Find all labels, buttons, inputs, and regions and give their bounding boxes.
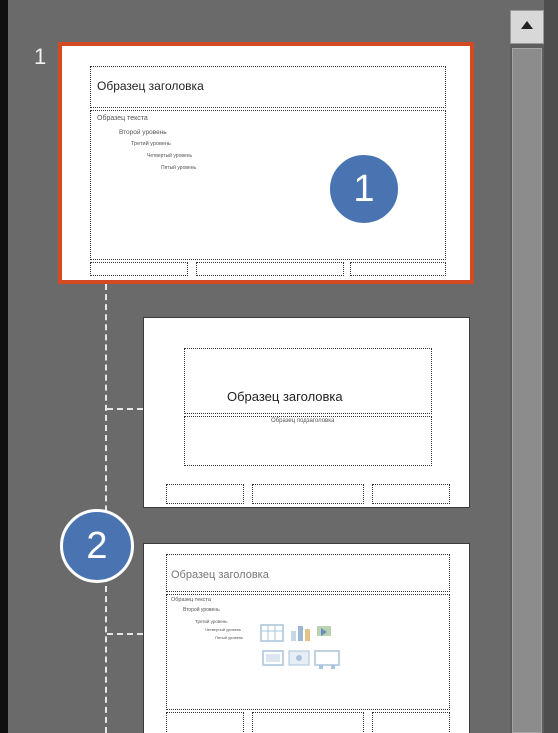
vertical-scrollbar[interactable] [510, 10, 544, 733]
layout2-bullet-4: Четвертый уровень [205, 627, 242, 632]
layout1-title-text: Образец заголовка [227, 389, 343, 404]
layout-connector-2 [107, 633, 143, 635]
slide-master-thumbnail[interactable]: Образец заголовка Образец текста Второй … [58, 42, 474, 284]
layout2-number-placeholder [372, 712, 450, 733]
pane-left-edge [0, 0, 8, 733]
layout-connector-1 [107, 408, 143, 410]
master-footer-placeholder [196, 262, 344, 276]
layout2-bullet-3: Третий уровень [195, 619, 228, 624]
layout1-title-placeholder: Образец заголовка [184, 348, 432, 414]
layout2-bullet-2: Второй уровень [183, 607, 220, 613]
layout-tree-line [105, 284, 107, 733]
layout2-body-placeholder: Образец текста Второй уровень Третий уро… [166, 594, 450, 710]
layout2-bullet-5: Пятый уровень [215, 635, 244, 640]
layout1-footer-placeholder [252, 484, 364, 504]
scroll-up-arrow-icon [521, 21, 533, 29]
layout2-title-placeholder: Образец заголовка [166, 554, 450, 592]
slide-thumbnails-pane: 1 Образец заголовка Образец текста Второ… [0, 0, 558, 733]
master-title-text: Образец заголовка [97, 79, 204, 93]
slide-number: 1 [34, 44, 47, 69]
master-bullet-2: Второй уровень [119, 129, 167, 136]
title-slide-layout-thumbnail[interactable]: Образец заголовка Образец подзаголовка [143, 317, 470, 508]
layout1-subtitle-placeholder: Образец подзаголовка [184, 416, 432, 466]
master-title-placeholder: Образец заголовка [90, 66, 446, 108]
scroll-up-button[interactable] [510, 10, 544, 44]
layout2-bullet-1: Образец текста [171, 597, 211, 603]
callout-badge-1: 1 [327, 152, 401, 226]
scrollbar-thumb[interactable] [512, 48, 542, 733]
layout2-title-text: Образец заголовка [171, 569, 269, 581]
master-date-placeholder [90, 262, 188, 276]
callout-badge-2: 2 [60, 509, 134, 583]
pane-right-edge [544, 0, 558, 733]
layout1-subtitle-text: Образец подзаголовка [271, 418, 335, 424]
master-bullet-1: Образец текста [97, 115, 148, 122]
master-bullet-4: Четвертый уровень [147, 153, 193, 159]
master-bullet-5: Пятый уровень [161, 165, 197, 171]
content-placeholder-icons [260, 624, 340, 669]
layout1-number-placeholder [372, 484, 450, 504]
master-bullet-3: Третий уровень [131, 141, 171, 147]
layout1-date-placeholder [166, 484, 244, 504]
title-content-layout-thumbnail[interactable]: Образец заголовка Образец текста Второй … [143, 543, 470, 733]
layout2-footer-placeholder [252, 712, 364, 733]
layout2-date-placeholder [166, 712, 244, 733]
master-slide-number-placeholder [350, 262, 446, 276]
